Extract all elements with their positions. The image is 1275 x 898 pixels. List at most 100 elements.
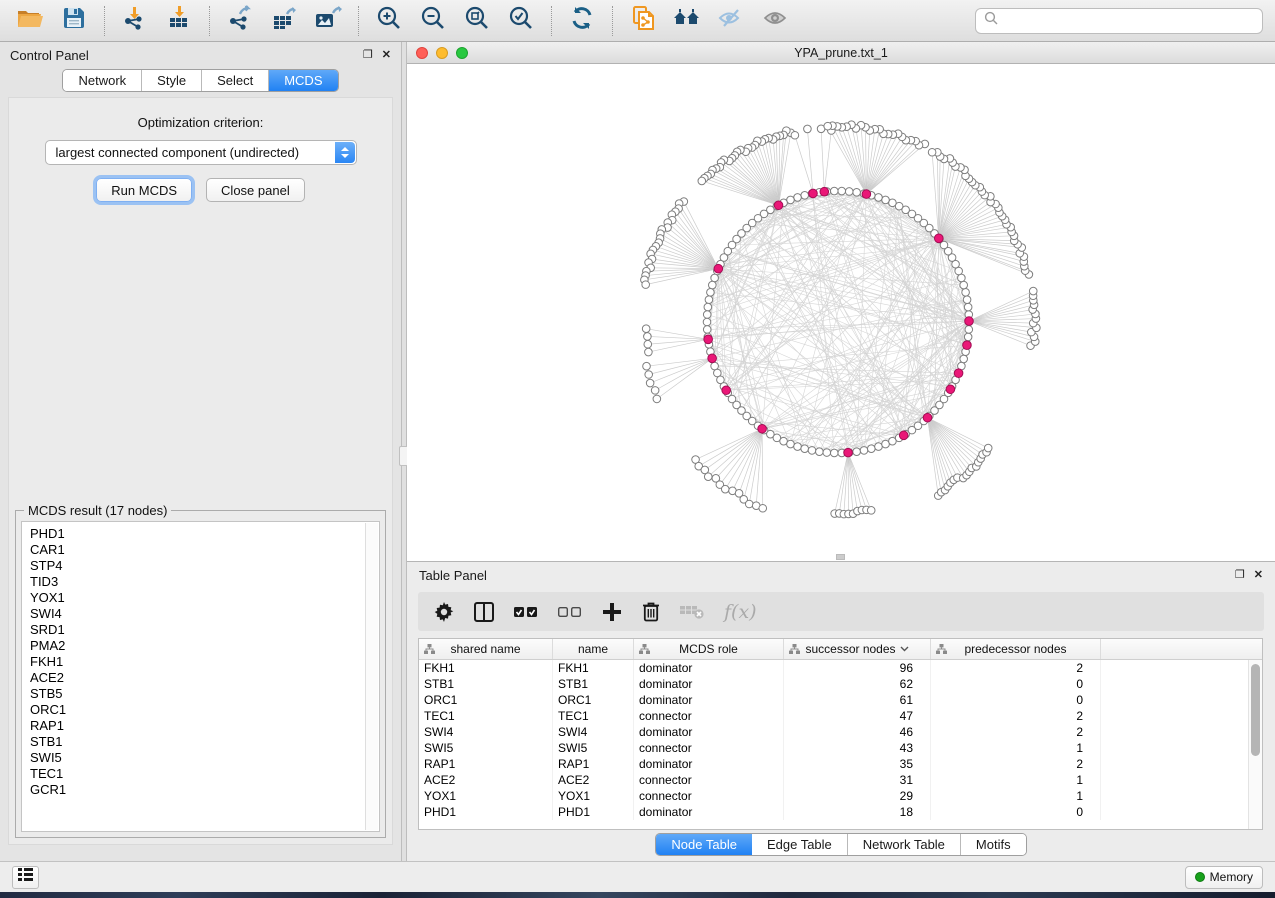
cell-shared_name: PHD1	[419, 804, 553, 820]
tab-style[interactable]: Style	[142, 70, 202, 91]
task-history-button[interactable]	[12, 866, 39, 889]
import-network-button[interactable]	[117, 4, 153, 38]
graph-leaf-nodes[interactable]	[641, 121, 1041, 518]
mcds-result-item[interactable]: SWI4	[30, 606, 358, 622]
table-panel: Table Panel ❐ ✕ f(x)	[407, 561, 1275, 861]
search-field[interactable]	[975, 8, 1263, 34]
search-input[interactable]	[1004, 13, 1254, 28]
tab-motifs[interactable]: Motifs	[961, 834, 1026, 855]
mcds-result-scrollbar[interactable]	[365, 523, 378, 830]
close-panel-button[interactable]: Close panel	[206, 178, 305, 202]
cell-name: STB1	[553, 676, 634, 692]
mcds-result-item[interactable]: YOX1	[30, 590, 358, 606]
close-panel-icon[interactable]: ✕	[382, 50, 391, 61]
export-image-button[interactable]	[310, 4, 346, 38]
export-table-button[interactable]	[266, 4, 302, 38]
mcds-result-item[interactable]: FKH1	[30, 654, 358, 670]
open-file-button[interactable]	[12, 4, 48, 38]
delete-column-icon[interactable]	[642, 597, 660, 627]
export-image-icon	[314, 5, 342, 36]
cell-mcds_role: dominator	[634, 676, 784, 692]
zoom-fit-button[interactable]	[459, 4, 495, 38]
table-row[interactable]: STB1STB1dominator620	[419, 676, 1248, 692]
network-canvas[interactable]	[407, 64, 1275, 561]
mcds-result-item[interactable]: TID3	[30, 574, 358, 590]
table-row[interactable]: SWI5SWI5connector431	[419, 740, 1248, 756]
table-scrollbar-thumb[interactable]	[1251, 664, 1260, 756]
zoom-in-button[interactable]	[371, 4, 407, 38]
table-row[interactable]: ACE2ACE2connector311	[419, 772, 1248, 788]
table-scrollbar[interactable]	[1248, 660, 1262, 829]
table-row[interactable]: FKH1FKH1dominator962	[419, 660, 1248, 676]
column-chooser-icon[interactable]	[474, 597, 494, 627]
mcds-result-item[interactable]: ACE2	[30, 670, 358, 686]
column-header-shared-name[interactable]: shared name	[419, 639, 553, 659]
close-panel-icon[interactable]: ✕	[1254, 570, 1263, 581]
mcds-result-item[interactable]: SRD1	[30, 622, 358, 638]
mcds-result-group: MCDS result (17 nodes) PHD1CAR1STP4TID3Y…	[15, 510, 386, 838]
mcds-result-listbox[interactable]: PHD1CAR1STP4TID3YOX1SWI4SRD1PMA2FKH1ACE2…	[21, 521, 380, 832]
criterion-select[interactable]: largest connected component (undirected)	[45, 140, 357, 165]
mcds-result-item[interactable]: SWI5	[30, 750, 358, 766]
mcds-result-item[interactable]: ORC1	[30, 702, 358, 718]
first-neighbors-button[interactable]	[669, 4, 705, 38]
mcds-result-item[interactable]: STB5	[30, 686, 358, 702]
function-builder-icon[interactable]: f(x)	[724, 597, 757, 627]
zoom-out-button[interactable]	[415, 4, 451, 38]
column-header-predecessor-nodes[interactable]: predecessor nodes	[931, 639, 1101, 659]
table-row[interactable]: TEC1TEC1connector472	[419, 708, 1248, 724]
save-session-button[interactable]	[56, 4, 92, 38]
hide-selected-button[interactable]	[713, 4, 749, 38]
optimization-criterion-label: Optimization criterion:	[9, 115, 392, 130]
tab-mcds[interactable]: MCDS	[269, 70, 337, 91]
mcds-result-item[interactable]: GCR1	[30, 782, 358, 798]
memory-button[interactable]: Memory	[1185, 866, 1263, 889]
export-network-icon	[227, 5, 253, 36]
duplicate-network-button[interactable]	[625, 4, 661, 38]
zoom-in-icon	[376, 5, 402, 36]
deselect-all-icon[interactable]	[558, 597, 582, 627]
table-row[interactable]: YOX1YOX1connector291	[419, 788, 1248, 804]
zoom-selected-button[interactable]	[503, 4, 539, 38]
tab-node-table[interactable]: Node Table	[656, 834, 752, 855]
table-panel-header: Table Panel ❐ ✕	[407, 562, 1275, 588]
tab-edge-table[interactable]: Edge Table	[752, 834, 848, 855]
mcds-result-list: PHD1CAR1STP4TID3YOX1SWI4SRD1PMA2FKH1ACE2…	[24, 524, 364, 829]
canvas-scroll-thumb[interactable]	[836, 554, 845, 560]
tab-network-table[interactable]: Network Table	[848, 834, 961, 855]
toolbar-separator	[104, 6, 105, 36]
mcds-result-item[interactable]: CAR1	[30, 542, 358, 558]
add-column-icon[interactable]	[602, 597, 622, 627]
table-row[interactable]: PHD1PHD1dominator180	[419, 804, 1248, 820]
mcds-result-item[interactable]: TEC1	[30, 766, 358, 782]
mcds-result-item[interactable]: PHD1	[30, 526, 358, 542]
gear-icon[interactable]	[434, 597, 454, 627]
float-panel-icon[interactable]: ❐	[363, 50, 373, 61]
run-mcds-button[interactable]: Run MCDS	[96, 178, 192, 202]
network-graph[interactable]	[407, 64, 1275, 561]
column-header-successor-nodes[interactable]: successor nodes	[784, 639, 931, 659]
float-panel-icon[interactable]: ❐	[1235, 570, 1245, 581]
mcds-result-item[interactable]: RAP1	[30, 718, 358, 734]
mcds-result-item[interactable]: STB1	[30, 734, 358, 750]
select-all-icon[interactable]	[514, 597, 538, 627]
mcds-result-item[interactable]: STP4	[30, 558, 358, 574]
show-all-button[interactable]	[757, 4, 793, 38]
tab-network[interactable]: Network	[63, 70, 142, 91]
column-header-MCDS-role[interactable]: MCDS role	[634, 639, 784, 659]
cell-predecessor_nodes: 0	[931, 692, 1101, 708]
column-header-name[interactable]: name	[553, 639, 634, 659]
apply-layout-button[interactable]	[564, 4, 600, 38]
table-row[interactable]: SWI4SWI4dominator462	[419, 724, 1248, 740]
cell-successor_nodes: 18	[784, 804, 931, 820]
table-row[interactable]: ORC1ORC1dominator610	[419, 692, 1248, 708]
import-table-icon	[166, 5, 192, 36]
import-table-button[interactable]	[161, 4, 197, 38]
delete-table-icon[interactable]	[680, 597, 704, 627]
cell-successor_nodes: 29	[784, 788, 931, 804]
tab-select[interactable]: Select	[202, 70, 269, 91]
mcds-result-item[interactable]: PMA2	[30, 638, 358, 654]
export-network-button[interactable]	[222, 4, 258, 38]
table-row[interactable]: RAP1RAP1dominator352	[419, 756, 1248, 772]
control-panel: Control Panel ❐ ✕ NetworkStyleSelectMCDS…	[0, 42, 401, 861]
